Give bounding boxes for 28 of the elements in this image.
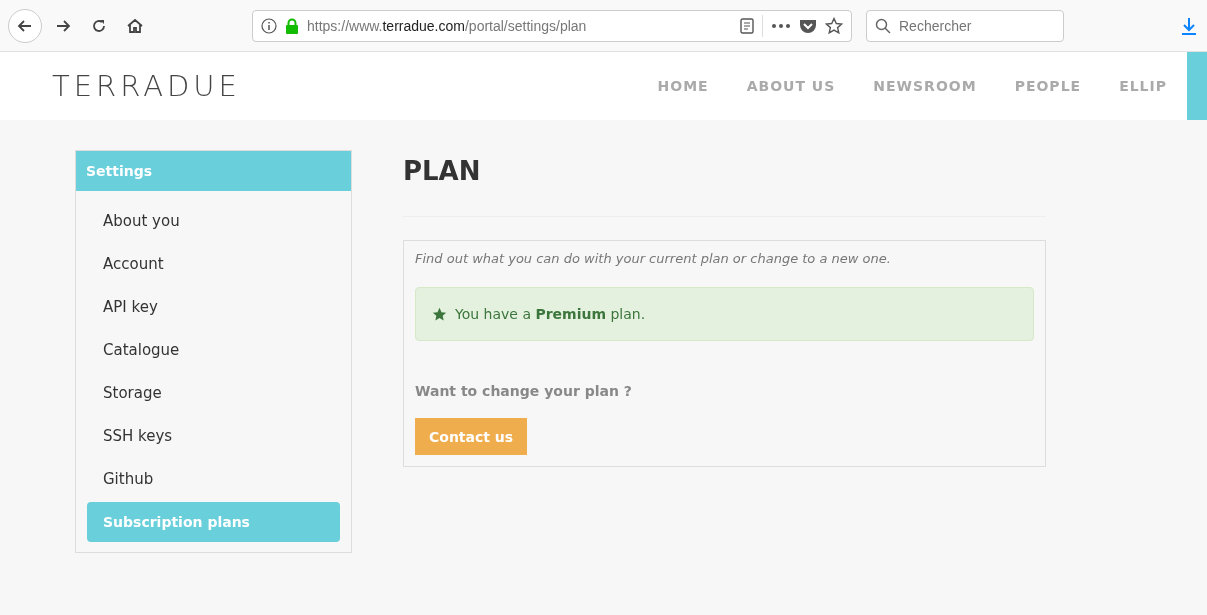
page-title: PLAN [403,156,482,188]
site-logo[interactable]: TERRADUE [52,69,241,103]
search-field[interactable]: Rechercher [866,9,1064,42]
more-icon[interactable] [771,22,791,29]
info-icon [261,17,277,34]
pocket-icon[interactable] [799,17,817,34]
sidebar-item[interactable]: Account [87,244,340,284]
sidebar-item[interactable]: Catalogue [87,330,340,370]
sidebar-item[interactable]: About you [87,201,340,241]
sidebar-item[interactable]: SSH keys [87,416,340,456]
download-icon[interactable] [1181,16,1197,35]
search-icon [875,17,891,34]
sidebar-item[interactable]: Storage [87,373,340,413]
address-bar[interactable]: https://www.terradue.com/portal/settings/plan [252,9,852,42]
sidebar-item[interactable]: API key [87,287,340,327]
star-icon [432,306,447,322]
alert-text: You have a Premium plan. [455,306,646,322]
question-text: Want to change your plan ? [415,383,632,399]
reader-view-icon[interactable] [740,17,754,34]
sidebar-item[interactable]: Github [87,459,340,499]
intro-text: Find out what you can do with your current plan or change to a new one. [415,251,891,266]
back-button[interactable] [8,8,42,43]
star-icon[interactable] [825,16,843,35]
home-icon [126,16,144,35]
url-text: https://www.terradue.com/portal/settings/plan [307,17,587,34]
panel-title: Settings [76,151,351,191]
lock-icon [285,17,299,34]
reload-icon [91,17,107,34]
